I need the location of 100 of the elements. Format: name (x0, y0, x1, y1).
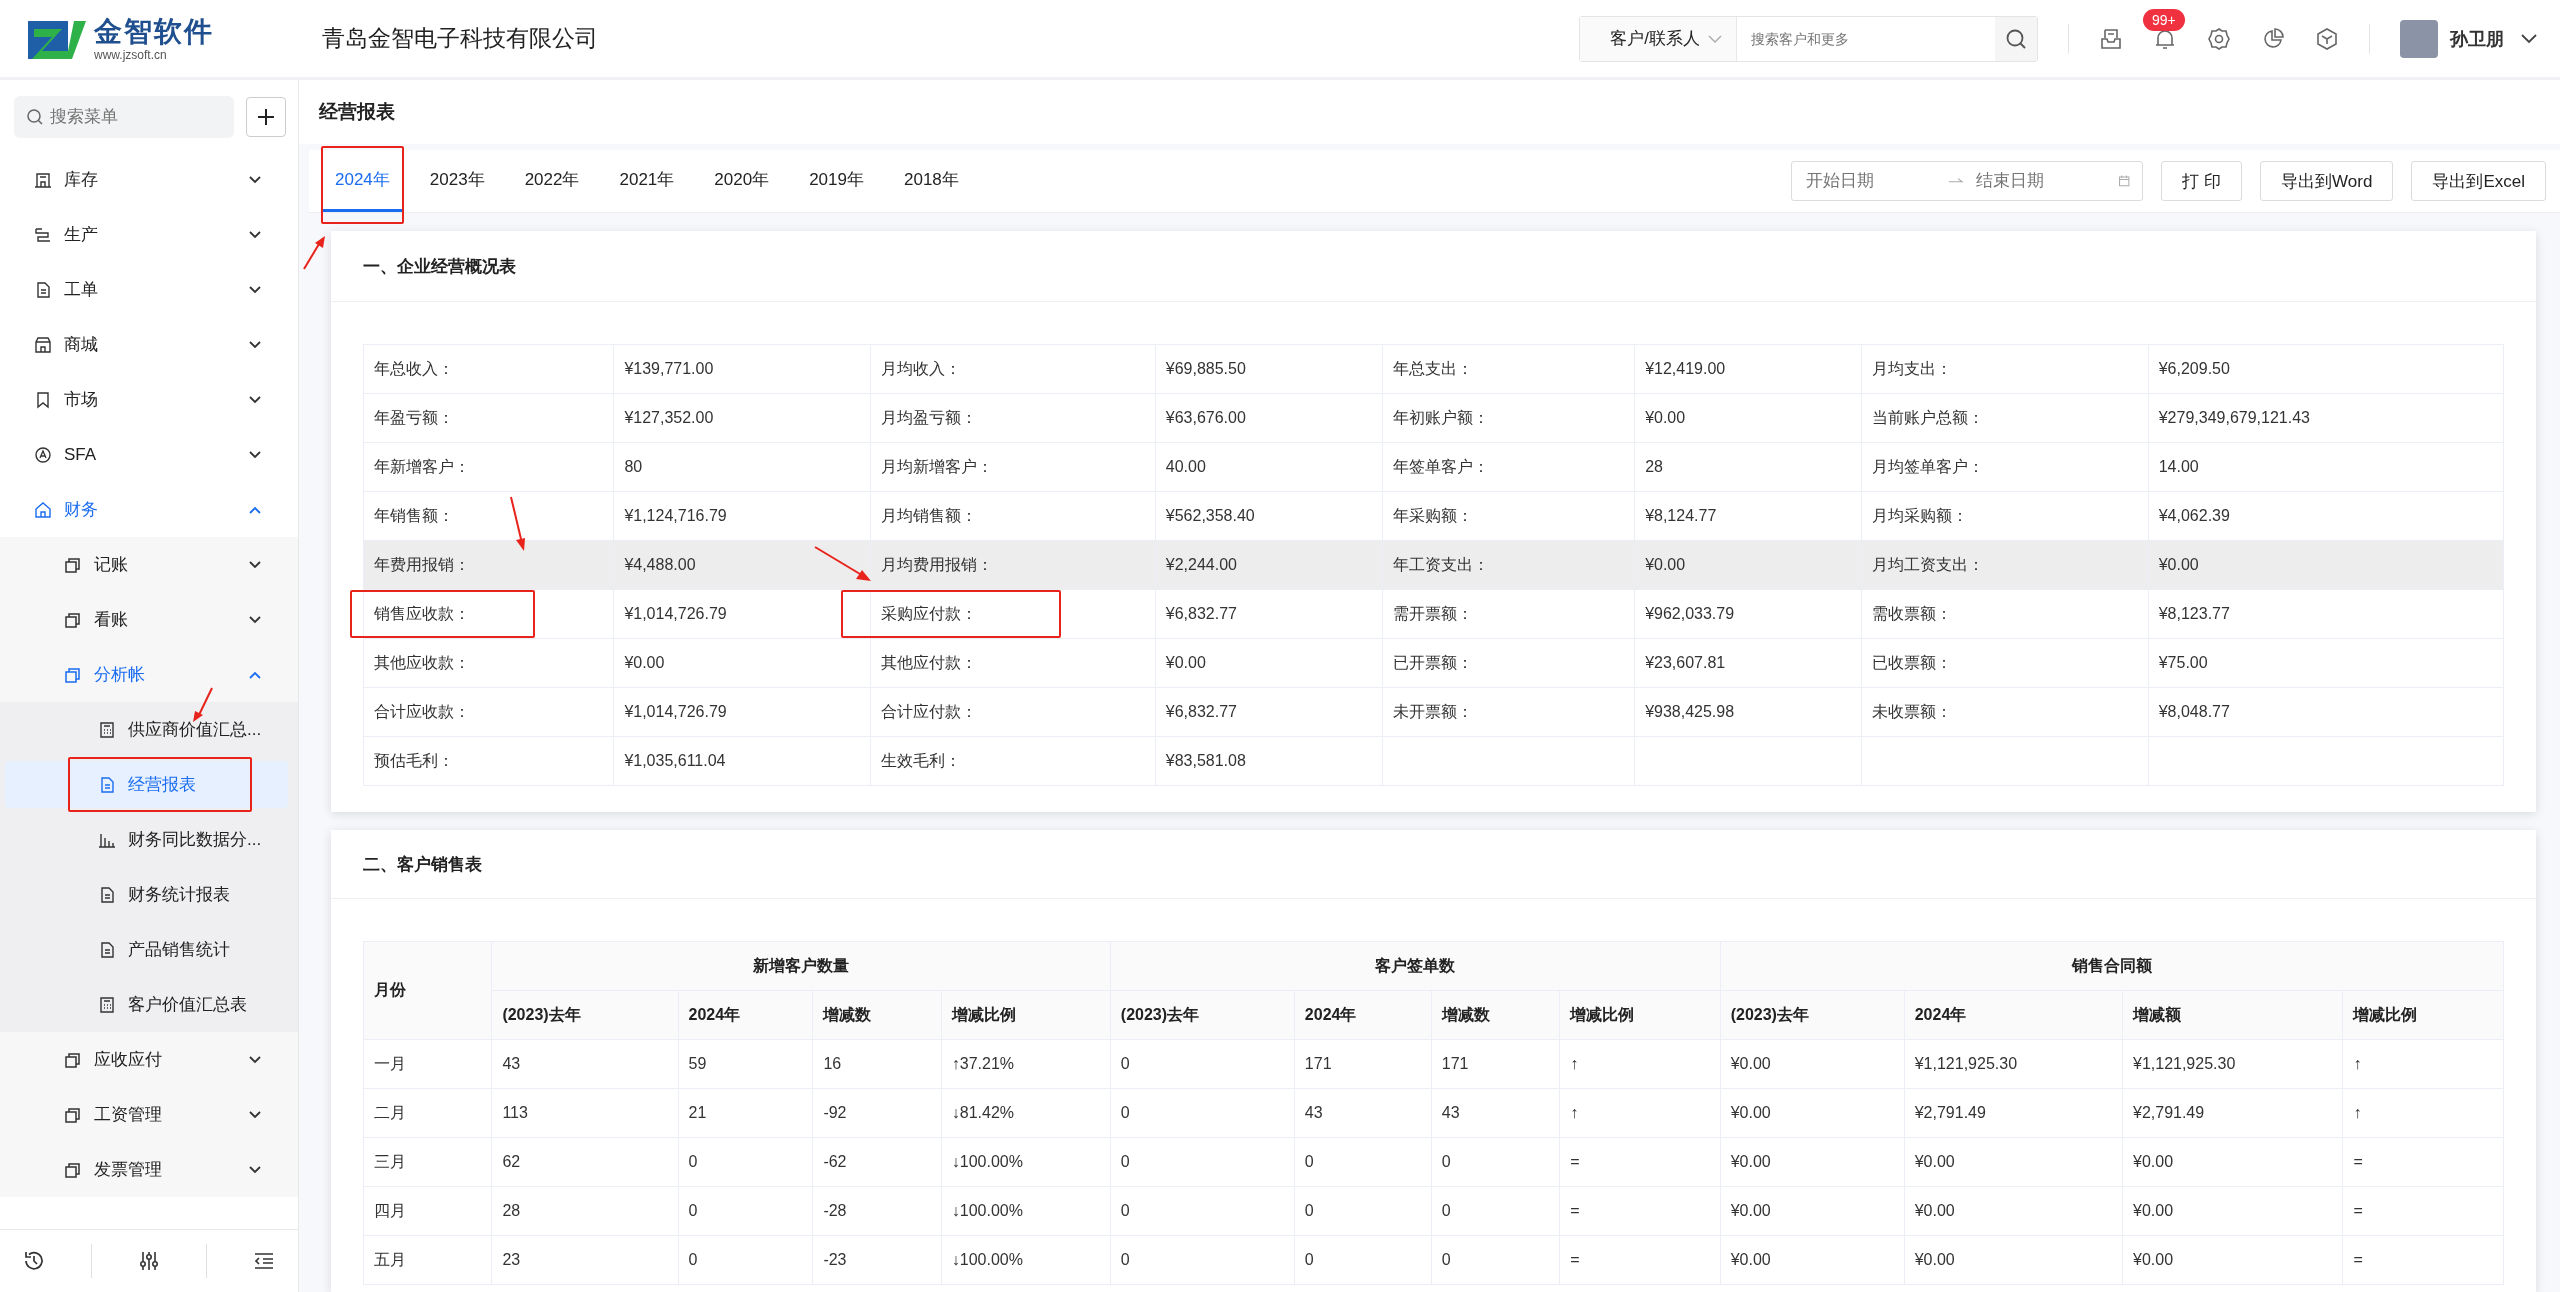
column-group-header: 客户签单数 (1110, 941, 1721, 991)
table-cell: = (2342, 1235, 2504, 1285)
table-cell: -62 (812, 1137, 942, 1187)
inbox-icon[interactable] (2099, 26, 2123, 51)
table-cell: 年销售额： (363, 491, 614, 541)
year-tab[interactable]: 2024年 (323, 150, 402, 212)
table-cell: ¥0.00 (1720, 1137, 1905, 1187)
table-cell: ↓81.42% (941, 1088, 1111, 1138)
year-tab[interactable]: 2021年 (607, 150, 687, 212)
column-header: 增减比例 (2342, 990, 2504, 1040)
table-cell: 0 (678, 1235, 813, 1285)
year-tab[interactable]: 2023年 (417, 150, 497, 212)
table-cell: ¥63,676.00 (1155, 393, 1383, 443)
end-date-input[interactable]: 结束日期 (1973, 170, 2108, 192)
table-cell: 0 (678, 1137, 813, 1187)
sidebar-item[interactable]: 生产 (0, 207, 298, 262)
sidebar-item[interactable]: SFA (0, 427, 298, 482)
table-cell: 月均签单客户： (1861, 442, 2149, 492)
table-cell: ¥0.00 (1720, 1235, 1905, 1285)
sidebar-item[interactable]: 财务 (0, 482, 298, 537)
table-cell: ¥1,014,726.79 (613, 687, 871, 737)
table-cell: 其他应付款： (870, 638, 1156, 688)
sliders-icon[interactable] (137, 1249, 161, 1273)
table-cell: 四月 (363, 1186, 492, 1236)
table-cell: 合计应付款： (870, 687, 1156, 737)
stack-icon (64, 555, 82, 574)
column-header: 增减比例 (941, 990, 1111, 1040)
table-cell: 未收票额： (1861, 687, 2149, 737)
table-cell: ¥0.00 (2122, 1186, 2343, 1236)
sidebar-item[interactable]: 工单 (0, 262, 298, 317)
table-cell: -92 (812, 1088, 942, 1138)
table-cell: ↓100.00% (941, 1137, 1111, 1187)
action-button[interactable]: 打 印 (2161, 161, 2243, 201)
stack-icon (64, 665, 82, 684)
user-name[interactable]: 孙卫朋 (2450, 26, 2504, 51)
table-cell: ¥4,062.39 (2148, 491, 2504, 541)
stack-icon (64, 1050, 82, 1069)
cube-icon[interactable] (2315, 26, 2339, 51)
table-cell: ¥0.00 (1904, 1186, 2123, 1236)
table-cell: ¥0.00 (2122, 1137, 2343, 1187)
stack-icon (64, 610, 82, 629)
start-date-input[interactable]: 开始日期 (1804, 170, 1939, 192)
table-cell: 0 (1110, 1039, 1295, 1089)
table-cell: ¥2,791.49 (2122, 1088, 2343, 1138)
add-button[interactable] (246, 97, 286, 137)
sidebar-item[interactable]: 库存 (0, 152, 298, 207)
date-range-field[interactable]: 开始日期 结束日期 (1791, 161, 2144, 201)
table-cell: 月均收入： (870, 344, 1156, 394)
table-cell: ¥75.00 (2148, 638, 2504, 688)
house-icon (34, 500, 52, 519)
table-cell: ¥8,123.77 (2148, 589, 2504, 639)
table-cell: 一月 (363, 1039, 492, 1089)
avatar[interactable] (2400, 19, 2438, 58)
workflow-icon (34, 225, 52, 244)
pie-chart-icon[interactable] (2261, 26, 2285, 51)
settings-icon[interactable] (2207, 26, 2231, 51)
stack-icon (64, 1105, 82, 1124)
table-cell: ¥139,771.00 (613, 344, 871, 394)
year-tab[interactable]: 2019年 (797, 150, 876, 212)
table-cell: ¥12,419.00 (1634, 344, 1862, 394)
table-cell: 月均支出： (1861, 344, 2149, 394)
sidebar-item[interactable]: 市场 (0, 372, 298, 427)
column-header: 增减比例 (1559, 990, 1721, 1040)
action-button[interactable]: 导出到Word (2260, 161, 2394, 201)
year-tab[interactable]: 2018年 (891, 150, 971, 212)
scope-dropdown[interactable]: 客户/联系人 (1580, 16, 1737, 61)
table-cell: ¥938,425.98 (1634, 687, 1862, 737)
table-cell: 21 (678, 1088, 813, 1138)
menu-search-field[interactable]: 搜索菜单 (14, 96, 234, 138)
table-cell: 已开票额： (1382, 638, 1635, 688)
chevron-icon[interactable] (2520, 32, 2538, 45)
building-icon (34, 170, 52, 189)
table-cell: 0 (1294, 1186, 1432, 1236)
table-cell: 0 (1110, 1186, 1295, 1236)
table-cell: ¥0.00 (2122, 1235, 2343, 1285)
table-cell: 月均盈亏额： (870, 393, 1156, 443)
table-cell: 0 (1110, 1137, 1295, 1187)
table-cell: 16 (812, 1039, 942, 1089)
table-cell: 月均工资支出： (1861, 540, 2149, 590)
search-box[interactable]: 客户/联系人 搜索客户和更多 (1579, 15, 2038, 62)
circle-icon (34, 445, 52, 464)
search-button[interactable] (1995, 16, 2037, 61)
table-cell: = (2342, 1186, 2504, 1236)
search-icon (2005, 27, 2027, 50)
year-tab[interactable]: 2022年 (512, 150, 592, 212)
table-cell: ¥1,121,925.30 (1904, 1039, 2123, 1089)
year-tab[interactable]: 2020年 (702, 150, 782, 212)
table-cell: 0 (1431, 1137, 1560, 1187)
table-cell: ↑37.21% (941, 1039, 1111, 1089)
action-button[interactable]: 导出到Excel (2411, 161, 2546, 201)
calculator-icon (98, 995, 116, 1014)
table-cell: 已收票额： (1861, 638, 2149, 688)
column-header: 2024年 (1904, 990, 2123, 1040)
table-cell: ¥2,791.49 (1904, 1088, 2123, 1138)
menu-search-input[interactable]: 搜索菜单 (48, 106, 202, 128)
table-cell: ¥4,488.00 (613, 540, 871, 590)
sidebar-item[interactable]: 商城 (0, 317, 298, 372)
table-cell: ¥2,244.00 (1155, 540, 1383, 590)
table-cell: ¥1,124,716.79 (613, 491, 871, 541)
table-cell: 0 (1294, 1137, 1432, 1187)
